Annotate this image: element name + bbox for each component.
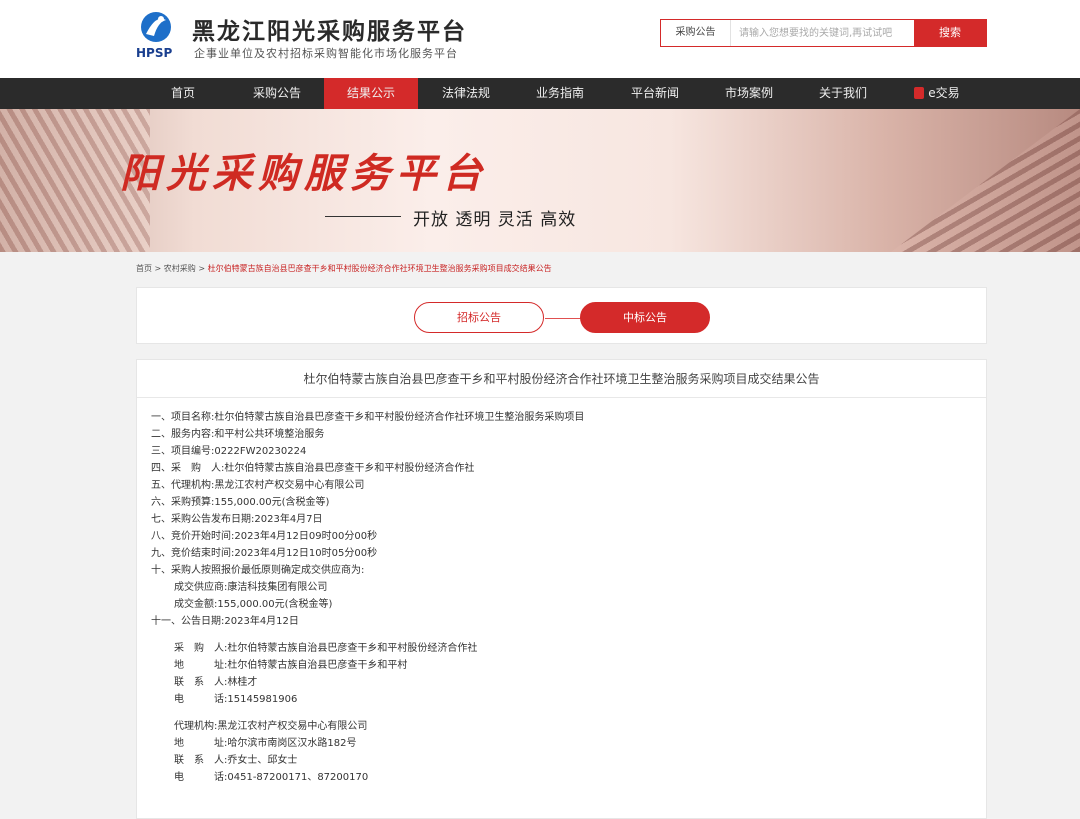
nav-item-laws[interactable]: 法律法规 — [419, 78, 513, 109]
notice-line: 九、竞价结束时间:2023年4月12日10时05分00秒 — [151, 548, 378, 559]
notice-line: 地 址:杜尔伯特蒙古族自治县巴彦查干乡和平村 — [174, 660, 408, 671]
notice-line: 五、代理机构:黑龙江农村产权交易中心有限公司 — [151, 480, 365, 491]
search-button[interactable]: 搜索 — [914, 20, 986, 46]
notice-line: 八、竞价开始时间:2023年4月12日09时00分00秒 — [151, 531, 378, 542]
breadcrumb: 首页 > 农村采购 > 杜尔伯特蒙古族自治县巴彦查干乡和平村股份经济合作社环境卫… — [136, 263, 552, 274]
banner-title: 阳光采购服务平台 — [120, 150, 488, 197]
notice-line: 十一、公告日期:2023年4月12日 — [151, 616, 299, 627]
notice-line: 电 话:15145981906 — [174, 694, 298, 705]
tab-connector — [545, 318, 581, 319]
tab-bid-notice[interactable]: 招标公告 — [414, 302, 544, 333]
breadcrumb-home[interactable]: 首页 — [136, 264, 152, 273]
notice-line: 一、项目名称:杜尔伯特蒙古族自治县巴彦查干乡和平村股份经济合作社环境卫生整治服务… — [151, 412, 585, 423]
search-box: 采购公告 搜索 — [660, 19, 987, 47]
notice-line: 七、采购公告发布日期:2023年4月7日 — [151, 514, 323, 525]
tab-award-notice[interactable]: 中标公告 — [580, 302, 710, 333]
notice-line: 电 话:0451-87200171、87200170 — [174, 772, 369, 783]
notice-content: 杜尔伯特蒙古族自治县巴彦查干乡和平村股份经济合作社环境卫生整治服务采购项目成交结… — [136, 359, 987, 819]
notice-line: 代理机构:黑龙江农村产权交易中心有限公司 — [174, 721, 368, 732]
notice-line: 联 系 人:林桂才 — [174, 677, 258, 688]
notice-line: 联 系 人:乔女士、邱女士 — [174, 755, 298, 766]
banner-divider — [325, 216, 401, 217]
notice-tabs: 招标公告 中标公告 — [136, 287, 987, 344]
search-category-select[interactable]: 采购公告 — [661, 20, 731, 46]
etrade-icon — [914, 87, 925, 99]
notice-line: 地 址:哈尔滨市南岗区汉水路182号 — [174, 738, 357, 749]
notice-line: 六、采购预算:155,000.00元(含税金等) — [151, 497, 330, 508]
banner: 阳光采购服务平台 开放 透明 灵活 高效 — [0, 109, 1080, 252]
nav-item-home[interactable]: 首页 — [136, 78, 230, 109]
search-input[interactable] — [732, 20, 915, 46]
main-nav: 首页 采购公告 结果公示 法律法规 业务指南 平台新闻 市场案例 关于我们 e交… — [0, 78, 1080, 109]
site-subtitle: 企事业单位及农村招标采购智能化市场化服务平台 — [194, 47, 458, 60]
notice-line: 三、项目编号:0222FW20230224 — [151, 446, 307, 457]
notice-line: 十、采购人按照报价最低原则确定成交供应商为: — [151, 565, 365, 576]
notice-body: 一、项目名称:杜尔伯特蒙古族自治县巴彦查干乡和平村股份经济合作社环境卫生整治服务… — [151, 409, 584, 786]
notice-line: 采 购 人:杜尔伯特蒙古族自治县巴彦查干乡和平村股份经济合作社 — [174, 643, 478, 654]
site-header: HPSP 黑龙江阳光采购服务平台 企事业单位及农村招标采购智能化市场化服务平台 … — [0, 0, 1080, 78]
building-right-image — [891, 109, 1080, 252]
notice-line: 成交金额:155,000.00元(含税金等) — [174, 599, 333, 610]
breadcrumb-separator: > — [152, 264, 164, 273]
breadcrumb-current[interactable]: 杜尔伯特蒙古族自治县巴彦查干乡和平村股份经济合作社环境卫生整治服务采购项目成交结… — [208, 264, 552, 273]
nav-item-news[interactable]: 平台新闻 — [608, 78, 702, 109]
site-title: 黑龙江阳光采购服务平台 — [192, 19, 467, 45]
nav-item-procurement-notices[interactable]: 采购公告 — [230, 78, 324, 109]
notice-line: 成交供应商:康洁科技集团有限公司 — [174, 582, 328, 593]
nav-item-etrade[interactable]: e交易 — [890, 78, 984, 109]
nav-item-cases[interactable]: 市场案例 — [702, 78, 796, 109]
breadcrumb-separator: > — [195, 264, 208, 273]
notice-line: 二、服务内容:和平村公共环境整治服务 — [151, 429, 325, 440]
nav-item-etrade-label: e交易 — [928, 86, 960, 100]
logo-text: HPSP — [136, 46, 173, 60]
breadcrumb-section[interactable]: 农村采购 — [164, 264, 196, 273]
notice-line: 四、采 购 人:杜尔伯特蒙古族自治县巴彦查干乡和平村股份经济合作社 — [151, 463, 475, 474]
notice-title: 杜尔伯特蒙古族自治县巴彦查干乡和平村股份经济合作社环境卫生整治服务采购项目成交结… — [137, 360, 986, 398]
nav-item-guide[interactable]: 业务指南 — [513, 78, 607, 109]
banner-slogan: 开放 透明 灵活 高效 — [413, 210, 577, 230]
nav-item-about[interactable]: 关于我们 — [796, 78, 890, 109]
nav-item-results[interactable]: 结果公示 — [324, 78, 418, 109]
